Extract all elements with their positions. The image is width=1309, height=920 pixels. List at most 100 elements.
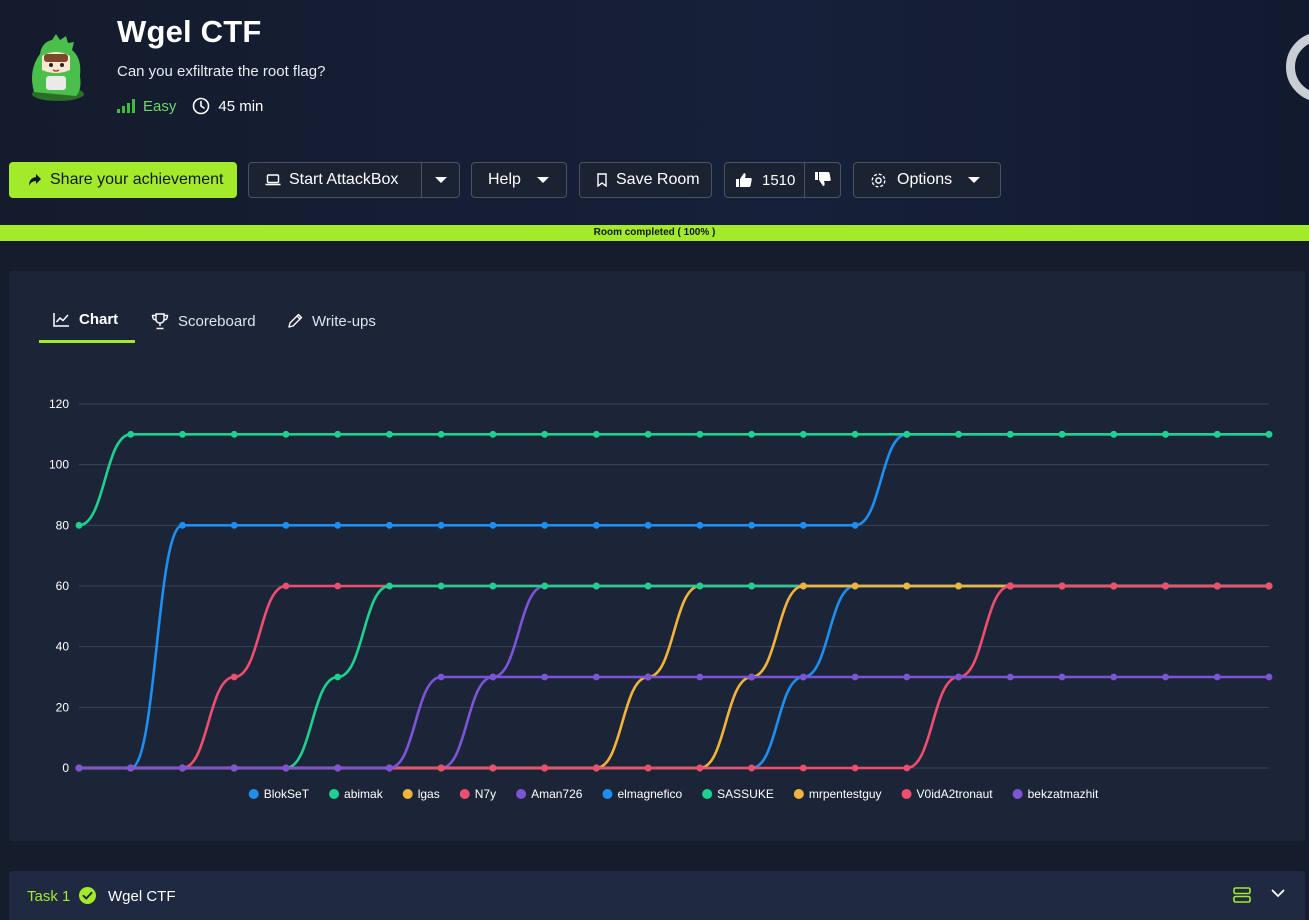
data-point [696, 764, 704, 772]
data-point [748, 521, 756, 529]
chevron-down-icon [968, 177, 981, 183]
data-point [386, 430, 393, 438]
legend-label: lgas [418, 787, 440, 801]
data-point [696, 673, 704, 681]
data-point [644, 521, 652, 529]
data-point [851, 582, 859, 590]
legend-marker [329, 789, 340, 799]
data-point [334, 430, 342, 438]
data-point [541, 673, 549, 681]
data-point [127, 764, 135, 772]
legend-label: BlokSeT [264, 787, 310, 801]
data-point [592, 764, 600, 772]
data-point [592, 673, 600, 681]
laptop-icon [265, 174, 281, 186]
save-room-button[interactable]: Save Room [579, 162, 712, 198]
series-line-9 [79, 675, 1269, 770]
legend-marker [1012, 789, 1023, 799]
data-point [799, 430, 807, 438]
data-point [1213, 673, 1221, 681]
data-point [1006, 430, 1014, 438]
data-point [903, 430, 911, 438]
room-progress-bar: Room completed ( 100% ) [0, 225, 1309, 241]
data-point [1058, 430, 1066, 438]
data-point [1110, 582, 1118, 590]
data-point [696, 582, 704, 590]
data-point [179, 521, 186, 529]
data-point [592, 430, 600, 438]
data-point [230, 430, 238, 438]
data-point [644, 582, 652, 590]
legend-label: bekzatmazhit [1028, 787, 1099, 801]
data-point [489, 673, 497, 681]
data-point [127, 430, 135, 438]
data-point [799, 582, 807, 590]
series-line-0 [79, 433, 1269, 770]
data-point [1110, 430, 1118, 438]
data-point [799, 764, 807, 772]
data-point [282, 521, 290, 529]
vote-button-group: 1510 [724, 162, 841, 198]
task-list-icon[interactable] [1233, 887, 1251, 903]
legend-label: SASSUKE [717, 787, 774, 801]
data-point [489, 430, 497, 438]
data-point [1110, 673, 1118, 681]
data-point [179, 764, 186, 772]
thumbs-down-icon[interactable] [814, 171, 832, 187]
data-point [489, 582, 497, 590]
legend-label: N7y [475, 787, 496, 801]
attackbox-dropdown-caret-icon[interactable] [435, 177, 447, 183]
data-point [334, 582, 342, 590]
legend-label: V0idA2tronaut [917, 787, 994, 801]
data-point [748, 673, 756, 681]
data-point [851, 521, 859, 529]
data-point [644, 430, 652, 438]
chevron-down-icon[interactable] [1271, 889, 1285, 898]
start-attackbox-button[interactable]: Start AttackBox [289, 171, 398, 189]
help-button[interactable]: Help [471, 162, 567, 198]
room-header: Wgel CTF Can you exfiltrate the root fla… [0, 0, 1309, 225]
data-point [489, 521, 497, 529]
data-point [541, 764, 549, 772]
data-point [1213, 582, 1221, 590]
data-point [748, 764, 756, 772]
data-point [541, 582, 549, 590]
data-point [644, 764, 652, 772]
data-point [851, 673, 859, 681]
y-tick-label: 100 [49, 458, 69, 472]
legend-label: mrpentestguy [809, 787, 882, 801]
data-point [386, 521, 393, 529]
data-point [386, 764, 393, 772]
options-button[interactable]: Options [853, 162, 1001, 198]
data-point [437, 582, 445, 590]
data-point [75, 521, 83, 529]
clock-icon [193, 97, 210, 115]
data-point [282, 430, 290, 438]
data-point [955, 673, 962, 681]
y-tick-label: 40 [56, 640, 70, 654]
legend-label: abimak [344, 787, 384, 801]
task-title: Wgel CTF [108, 888, 176, 905]
data-point [1162, 582, 1169, 590]
data-point [437, 673, 445, 681]
data-point [179, 430, 186, 438]
dinosaur-avatar-icon [32, 34, 84, 101]
attackbox-button-group: Start AttackBox [248, 162, 460, 198]
share-achievement-button[interactable]: Share your achievement [9, 162, 237, 198]
y-tick-label: 20 [56, 700, 70, 714]
completed-check-icon [79, 887, 96, 904]
thumbs-up-icon[interactable] [735, 172, 753, 188]
data-point [799, 673, 807, 681]
task-1-header[interactable]: Task 1 Wgel CTF [9, 871, 1305, 920]
data-point [1006, 673, 1014, 681]
data-point [903, 764, 911, 772]
data-point [644, 673, 652, 681]
data-point [282, 582, 290, 590]
upvote-count: 1510 [762, 172, 796, 189]
legend-marker [516, 789, 527, 799]
difficulty-label: Easy [143, 97, 177, 115]
data-point [1265, 430, 1273, 438]
data-point [955, 430, 962, 438]
legend-label: elmagnefico [617, 787, 682, 801]
y-tick-label: 120 [49, 397, 69, 411]
